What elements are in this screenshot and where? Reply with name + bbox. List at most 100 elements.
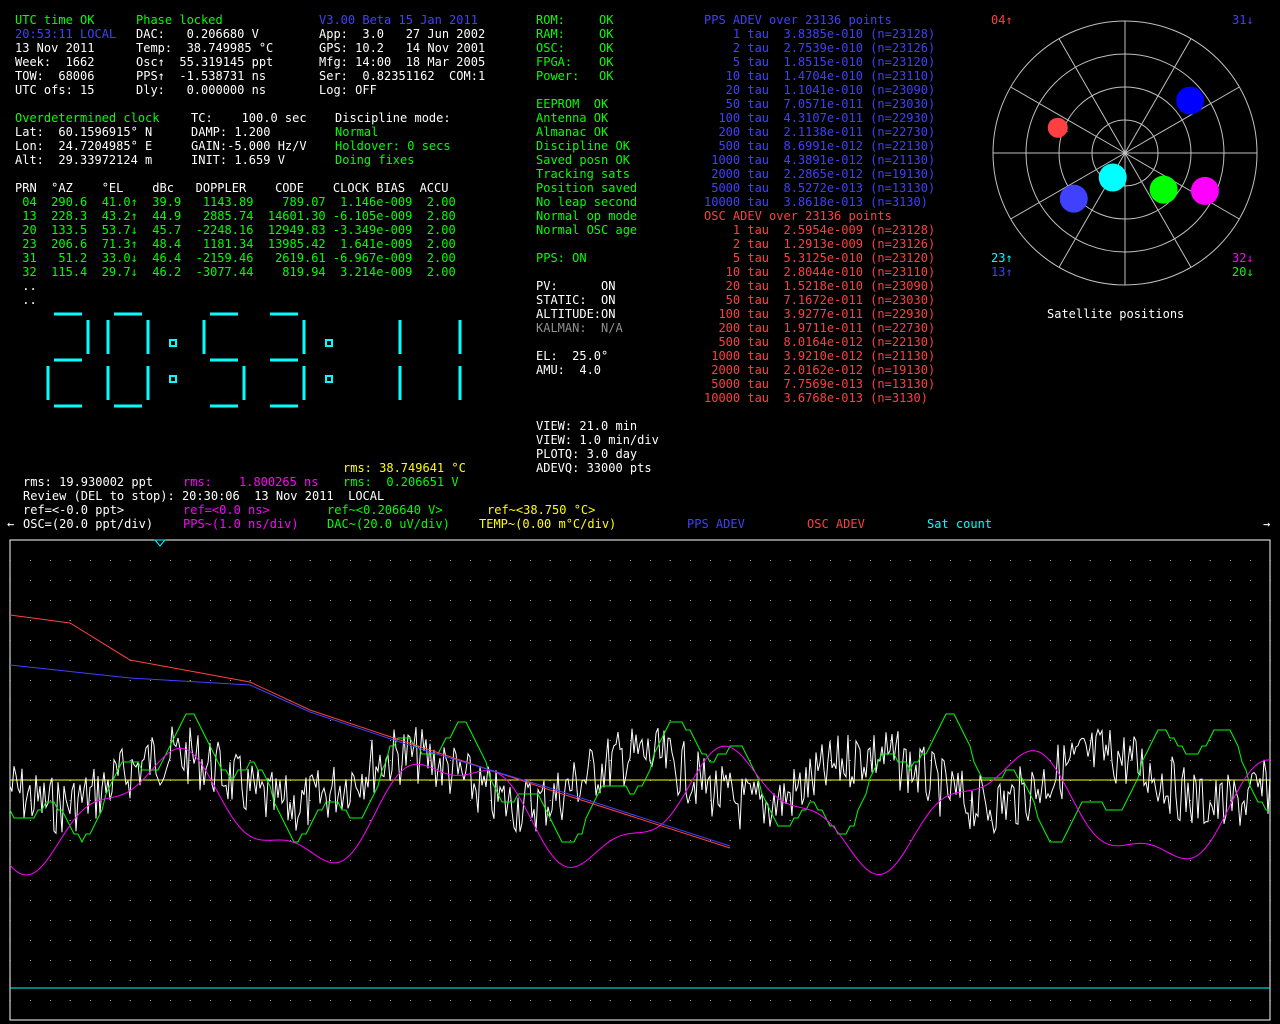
grid-dot	[870, 980, 871, 981]
grid-dot	[890, 720, 891, 721]
legend-temp[interactable]: TEMP~(0.00 m°C/div)	[479, 517, 616, 531]
grid-dot	[150, 920, 151, 921]
grid-dot	[1010, 820, 1011, 821]
grid-dot	[1230, 740, 1231, 741]
grid-dot	[590, 740, 591, 741]
grid-dot	[410, 820, 411, 821]
legend-pps[interactable]: PPS~(1.0 ns/div)	[183, 517, 299, 531]
grid-dot	[1190, 560, 1191, 561]
grid-dot	[50, 900, 51, 901]
grid-dot	[570, 600, 571, 601]
grid-dot	[510, 860, 511, 861]
plot-area[interactable]	[0, 530, 1280, 1024]
grid-dot	[30, 960, 31, 961]
utc-offset: UTC ofs: 15	[15, 83, 95, 97]
grid-dot	[750, 680, 751, 681]
grid-dot	[770, 660, 771, 661]
grid-dot	[30, 880, 31, 881]
grid-dot	[690, 880, 691, 881]
grid-dot	[1270, 940, 1271, 941]
grid-dot	[810, 680, 811, 681]
grid-dot	[210, 600, 211, 601]
grid-dot	[510, 880, 511, 881]
grid-dot	[710, 1000, 711, 1001]
grid-dot	[50, 1000, 51, 1001]
grid-dot	[1230, 940, 1231, 941]
grid-dot	[870, 960, 871, 961]
grid-dot	[10, 640, 11, 641]
scroll-right-arrow[interactable]: →	[1263, 517, 1270, 531]
grid-dot	[750, 700, 751, 701]
grid-dot	[830, 560, 831, 561]
grid-dot	[650, 960, 651, 961]
grid-dot	[1250, 960, 1251, 961]
grid-dot	[770, 940, 771, 941]
grid-dot	[350, 580, 351, 581]
grid-dot	[930, 680, 931, 681]
legend-sat-count[interactable]: Sat count	[927, 517, 992, 531]
grid-dot	[270, 580, 271, 581]
grid-dot	[1270, 760, 1271, 761]
grid-dot	[1250, 1000, 1251, 1001]
grid-dot	[230, 580, 231, 581]
grid-dot	[750, 620, 751, 621]
grid-dot	[1110, 880, 1111, 881]
grid-dot	[1270, 900, 1271, 901]
health2-item: Position saved	[536, 181, 638, 195]
grid-dot	[1050, 680, 1051, 681]
grid-dot	[90, 700, 91, 701]
grid-dot	[990, 660, 991, 661]
grid-dot	[470, 660, 471, 661]
grid-dot	[330, 800, 331, 801]
grid-dot	[530, 980, 531, 981]
legend-pps-adev[interactable]: PPS ADEV	[687, 517, 745, 531]
grid-dot	[150, 560, 151, 561]
grid-dot	[750, 800, 751, 801]
grid-dot	[230, 660, 231, 661]
pv-flag: PV: ON	[536, 279, 616, 293]
grid-dot	[1110, 980, 1111, 981]
grid-dot	[150, 640, 151, 641]
grid-dot	[1050, 700, 1051, 701]
grid-dot	[570, 880, 571, 881]
grid-dot	[1130, 860, 1131, 861]
grid-dot	[1270, 700, 1271, 701]
grid-dot	[870, 900, 871, 901]
legend-dac[interactable]: DAC~(20.0 uV/div)	[327, 517, 450, 531]
legend-osc[interactable]: OSC=(20.0 ppt/div)	[23, 517, 153, 531]
grid-dot	[10, 580, 11, 581]
grid-dot	[110, 660, 111, 661]
grid-dot	[690, 840, 691, 841]
grid-dot	[90, 820, 91, 821]
grid-dot	[410, 800, 411, 801]
grid-dot	[510, 660, 511, 661]
grid-dot	[330, 580, 331, 581]
grid-dot	[390, 1000, 391, 1001]
legend-osc-adev[interactable]: OSC ADEV	[807, 517, 865, 531]
grid-dot	[630, 880, 631, 881]
grid-dot	[50, 800, 51, 801]
osc-adev-row: 10 tau 2.8044e-010 (n=23110)	[704, 265, 936, 279]
grid-dot	[890, 960, 891, 961]
grid-dot	[1250, 620, 1251, 621]
grid-dot	[1050, 560, 1051, 561]
grid-dot	[330, 760, 331, 761]
grid-dot	[110, 960, 111, 961]
grid-dot	[530, 1000, 531, 1001]
grid-dot	[110, 820, 111, 821]
review-status[interactable]: Review (DEL to stop): 20:30:06 13 Nov 20…	[23, 489, 384, 503]
grid-dot	[90, 640, 91, 641]
grid-dot	[1250, 760, 1251, 761]
grid-dot	[930, 760, 931, 761]
grid-dot	[170, 920, 171, 921]
grid-dot	[110, 740, 111, 741]
scroll-left-arrow[interactable]: ←	[7, 517, 14, 531]
grid-dot	[270, 680, 271, 681]
grid-dot	[510, 700, 511, 701]
grid-dot	[350, 620, 351, 621]
grid-dot	[30, 760, 31, 761]
grid-dot	[890, 600, 891, 601]
grid-dot	[1170, 820, 1171, 821]
grid-dot	[1010, 560, 1011, 561]
grid-dot	[630, 1000, 631, 1001]
